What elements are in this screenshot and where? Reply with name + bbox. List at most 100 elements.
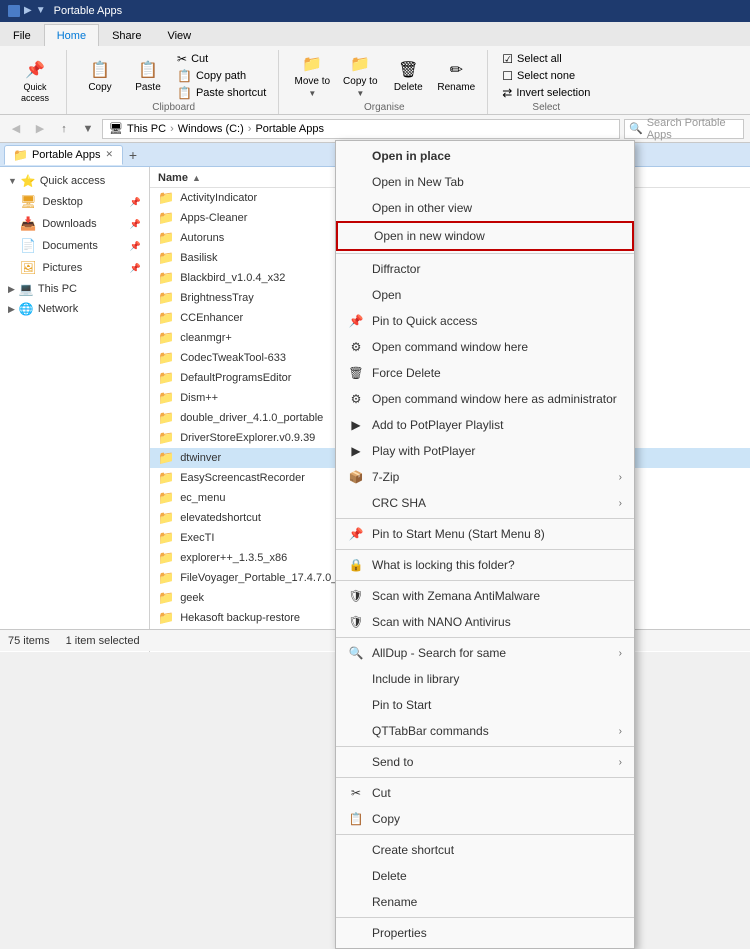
clipboard-label: Clipboard [152,102,195,115]
tab-home[interactable]: Home [44,24,99,46]
rename-button[interactable]: ✏ Rename [433,50,479,102]
ctx-diffractor[interactable]: Diffractor [336,256,634,282]
file-name: Blackbird_v1.0.4_x32 [180,272,285,284]
ctx-nano-icon: 🛡 [348,614,364,630]
cut-icon: ✂ [177,52,187,66]
copy-to-button[interactable]: 📁 Copy to ▼ [337,50,383,102]
sidebar-network[interactable]: ▶ 🌐 Network [0,299,149,319]
ctx-alldup[interactable]: 🔍 AllDup - Search for same › [336,640,634,666]
ctx-scan-nano[interactable]: 🛡 Scan with NANO Antivirus [336,609,634,635]
folder-icon: 📁 [158,310,174,326]
ctx-rename-icon [348,894,364,910]
file-name: Basilisk [180,252,217,264]
ctx-add-playlist[interactable]: ▶ Add to PotPlayer Playlist [336,412,634,438]
copy-button[interactable]: 📋 Copy [77,50,123,102]
up-button[interactable]: ↑ [54,119,74,139]
ctx-send-to-label: Send to [372,755,611,769]
copy-to-icon: 📁 [350,54,370,74]
ctx-locking[interactable]: 🔒 What is locking this folder? [336,552,634,578]
ribbon: File Home Share View 📌 Quick access 📋 Co… [0,22,750,115]
tab-add-button[interactable]: + [125,147,141,163]
ctx-shortcut-label: Create shortcut [372,843,622,857]
address-path[interactable]: 🖥 This PC › Windows (C:) › Portable Apps [102,119,620,139]
ribbon-content: 📌 Quick access 📋 Copy 📋 Paste ✂ [0,46,750,114]
ctx-cmd-here[interactable]: ⚙ Open command window here [336,334,634,360]
ribbon-tabs: File Home Share View [0,22,750,46]
address-pc: 🖥 [109,122,123,135]
copy-path-button[interactable]: 📋 Copy path [173,68,270,84]
ctx-scan-zemana[interactable]: 🛡 Scan with Zemana AntiMalware [336,583,634,609]
ctx-open-new-tab[interactable]: Open in New Tab [336,169,634,195]
ctx-cut[interactable]: ✂ Cut [336,780,634,806]
folder-icon: 📁 [158,350,174,366]
select-all-button[interactable]: ☑ Select all [498,51,594,67]
delete-button[interactable]: 🗑 Delete [385,50,431,102]
pin-icon: 📌 [25,60,45,80]
tab-portable-apps[interactable]: 📁 Portable Apps ✕ [4,145,123,165]
ctx-copy[interactable]: 📋 Copy [336,806,634,832]
documents-pin: 📌 [130,241,141,252]
ctx-open[interactable]: Open [336,282,634,308]
pin-to-quick-access-button[interactable]: 📌 Quick access [12,56,58,108]
sidebar-quick-access[interactable]: ▼ ⭐ Quick access [0,171,149,191]
ctx-qttabbar[interactable]: QTTabBar commands › [336,718,634,744]
ctx-nano-label: Scan with NANO Antivirus [372,615,622,629]
ctx-create-shortcut[interactable]: Create shortcut [336,837,634,863]
sidebar-item-pictures[interactable]: 🖼 Pictures 📌 [0,257,149,279]
file-name: FileVoyager_Portable_17.4.7.0_Full [180,572,355,584]
ctx-crc-sha[interactable]: CRC SHA › [336,490,634,516]
ctx-open-icon [348,287,364,303]
folder-icon: 📁 [158,230,174,246]
search-box[interactable]: 🔍 Search Portable Apps [624,119,744,139]
ctx-7zip[interactable]: 📦 7-Zip › [336,464,634,490]
sidebar-item-downloads[interactable]: 📥 Downloads 📌 [0,213,149,235]
folder-icon: 📁 [158,490,174,506]
tab-view[interactable]: View [154,24,204,46]
invert-selection-button[interactable]: ⇄ Invert selection [498,85,594,101]
address-path-text: This PC [127,123,166,135]
ctx-properties[interactable]: Properties [336,920,634,946]
tab-close-button[interactable]: ✕ [104,149,114,160]
ctx-delete[interactable]: Delete [336,863,634,889]
ctx-send-to-icon [348,754,364,770]
ctx-include-library[interactable]: Include in library [336,666,634,692]
ctx-pin-start-menu[interactable]: 📌 Pin to Start Menu (Start Menu 8) [336,521,634,547]
folder-icon: 📁 [158,270,174,286]
clipboard-small-group: ✂ Cut 📋 Copy path 📋 Paste shortcut [173,50,270,102]
ribbon-group-clipboard: 📋 Copy 📋 Paste ✂ Cut 📋 Copy path [69,50,279,114]
recent-button[interactable]: ▼ [78,119,98,139]
ctx-send-to[interactable]: Send to › [336,749,634,775]
selected-count: 1 item selected [66,635,140,647]
tab-file[interactable]: File [0,24,44,46]
ctx-pin-to-start[interactable]: Pin to Start [336,692,634,718]
ctx-open-other-view[interactable]: Open in other view [336,195,634,221]
ctx-force-delete[interactable]: 🗑 Force Delete [336,360,634,386]
ctx-play-potplayer[interactable]: ▶ Play with PotPlayer [336,438,634,464]
select-none-button[interactable]: ☐ Select none [498,68,594,84]
ctx-cmd-admin[interactable]: ⚙ Open command window here as administra… [336,386,634,412]
sidebar-item-desktop[interactable]: 🖥 Desktop 📌 [0,191,149,213]
paste-button[interactable]: 📋 Paste [125,50,171,102]
paste-shortcut-button[interactable]: 📋 Paste shortcut [173,85,270,101]
cut-button[interactable]: ✂ Cut [173,51,270,67]
ctx-properties-icon [348,925,364,941]
ctx-qttabbar-icon [348,723,364,739]
sidebar-this-pc[interactable]: ▶ 💻 This PC [0,279,149,299]
ctx-open-in-place[interactable]: Open in place [336,143,634,169]
ctx-rename[interactable]: Rename [336,889,634,915]
back-button[interactable]: ◀ [6,119,26,139]
folder-icon: 📁 [158,410,174,426]
move-arrow: ▼ [308,89,316,98]
move-to-button[interactable]: 📁 Move to ▼ [289,50,335,102]
ctx-pin-quick-access[interactable]: 📌 Pin to Quick access [336,308,634,334]
forward-button[interactable]: ▶ [30,119,50,139]
tab-share[interactable]: Share [99,24,154,46]
tab-label: Portable Apps [32,149,101,161]
ctx-cmd-icon: ⚙ [348,339,364,355]
ctx-open-new-window[interactable]: Open in new window [336,221,634,251]
address-bar: ◀ ▶ ↑ ▼ 🖥 This PC › Windows (C:) › Porta… [0,115,750,143]
sidebar-item-documents[interactable]: 📄 Documents 📌 [0,235,149,257]
ctx-cmd-admin-icon: ⚙ [348,391,364,407]
tab-folder-icon: 📁 [13,148,28,162]
this-pc-icon: 💻 [19,282,34,296]
